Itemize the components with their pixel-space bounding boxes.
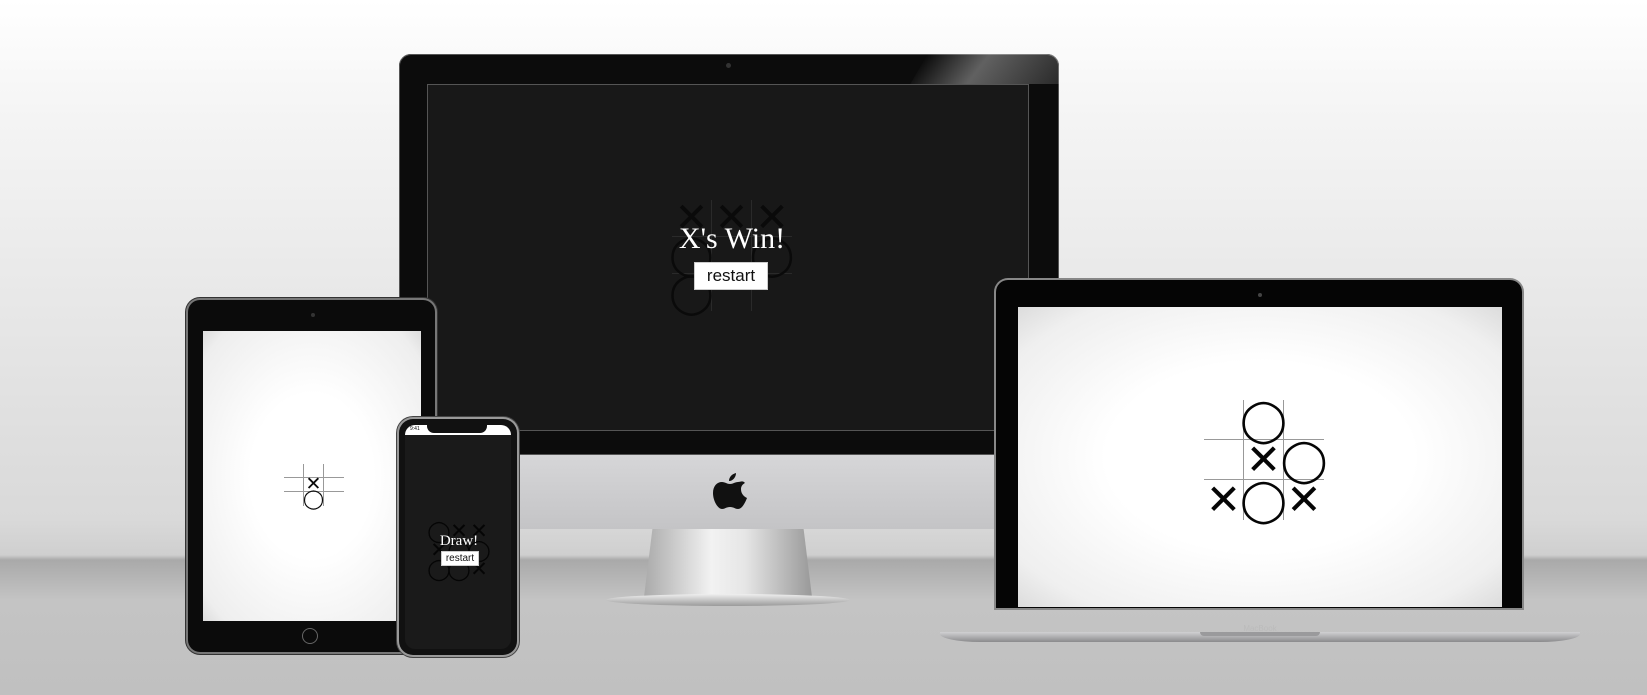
board-cell[interactable] xyxy=(324,478,344,492)
imac-stand-foot xyxy=(606,594,850,606)
macbook-camera-icon xyxy=(1258,293,1262,297)
board-cell[interactable] xyxy=(1204,400,1244,440)
imac-glass-reflection xyxy=(910,54,1059,84)
draw-message: Draw! xyxy=(439,533,479,549)
imac-stand-neck xyxy=(644,529,812,597)
board-cell[interactable]: ◯ xyxy=(1240,479,1287,521)
board-cell[interactable]: ✕ xyxy=(1204,479,1244,521)
board-cell[interactable]: ✕ xyxy=(1244,438,1284,480)
ipad-game-board: ✕ ◯ xyxy=(284,464,344,508)
ipad-home-button[interactable] xyxy=(302,628,318,644)
board-cell[interactable] xyxy=(284,464,304,478)
board-cell[interactable]: ◯ xyxy=(1281,438,1328,480)
board-cell[interactable]: ◯ xyxy=(303,489,324,508)
iphone-notch xyxy=(427,425,487,433)
apple-logo-icon xyxy=(713,473,747,509)
macbook-base-notch xyxy=(1200,632,1320,636)
restart-button[interactable]: restart xyxy=(441,551,479,566)
board-cell[interactable] xyxy=(324,464,344,478)
imac-game-board: ✕ ✕ ✕ ◯ ◯ ◯ xyxy=(669,198,794,313)
winner-message: X's Win! xyxy=(678,222,786,255)
imac-camera-icon xyxy=(726,63,731,68)
board-cell[interactable] xyxy=(284,492,304,506)
board-cell[interactable] xyxy=(284,478,304,492)
board-cell[interactable]: ✕ xyxy=(1284,479,1324,521)
board-cell[interactable] xyxy=(1284,400,1324,440)
restart-button[interactable]: restart xyxy=(694,262,768,290)
board-cell[interactable] xyxy=(324,492,344,506)
ipad-camera-icon xyxy=(311,313,315,317)
macbook-game-board: ◯ ✕ ◯ ✕ ◯ ✕ xyxy=(1204,398,1328,521)
status-time: 9:41 xyxy=(410,426,420,432)
board-cell[interactable] xyxy=(1204,440,1244,480)
board-cell[interactable]: ◯ xyxy=(1240,398,1287,440)
